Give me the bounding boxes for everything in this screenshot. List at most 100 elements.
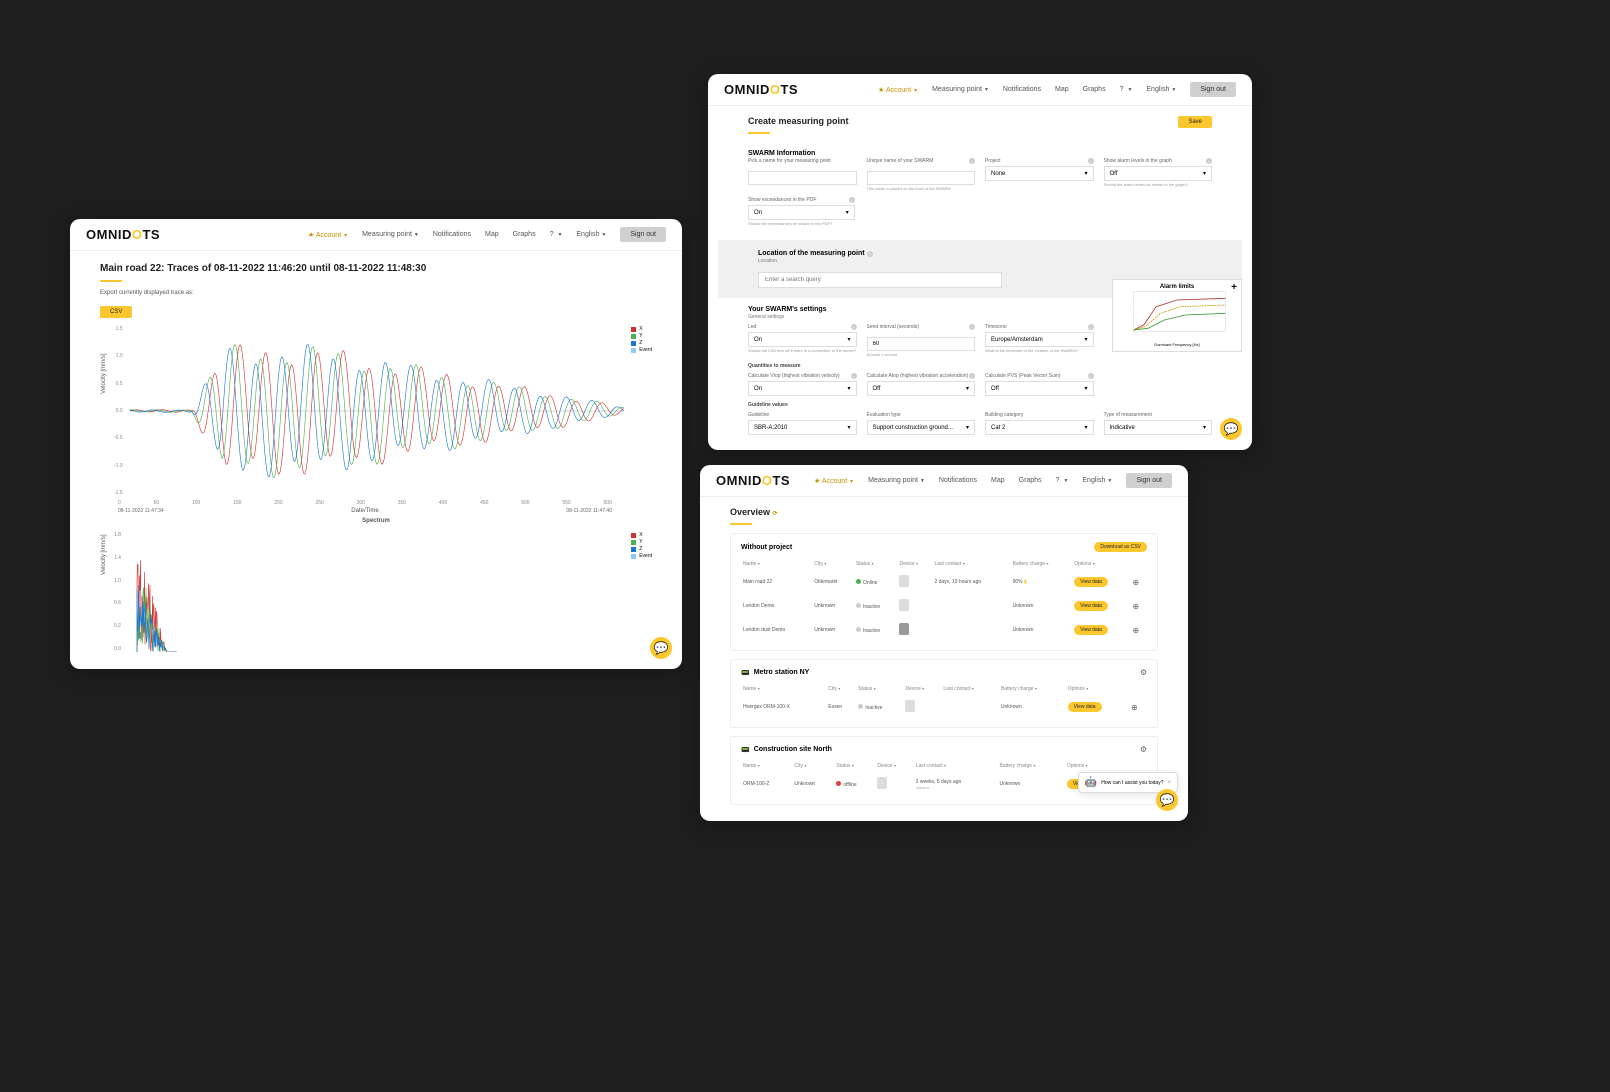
col-header[interactable]: Name ▾ [741,683,826,695]
csv-button[interactable]: CSV [100,306,132,318]
field-hint: At least 1 second [867,352,976,357]
nav-measuring-point[interactable]: Measuring point▼ [932,86,989,93]
unique-input[interactable] [867,171,976,185]
col-header[interactable]: Device ▾ [875,760,913,772]
view-data-button[interactable]: View data [1068,702,1102,712]
measurement-select[interactable]: Indicative▾ [1104,420,1213,435]
atop-select[interactable]: Off▾ [867,381,976,396]
interval-input[interactable] [867,337,976,351]
col-header[interactable]: Name ▾ [741,558,812,570]
nav-graphs[interactable]: Graphs [513,231,536,238]
info-icon[interactable]: i [969,373,975,379]
led-select[interactable]: On▾ [748,332,857,347]
col-header[interactable]: City ▾ [792,760,834,772]
chat-icon[interactable]: 💬 [1156,789,1178,811]
nav-measuring-point[interactable]: Measuring point▼ [362,231,419,238]
exceedances-select[interactable]: On▾ [748,205,855,220]
nav-help[interactable]: ? ▼ [550,231,563,238]
info-icon[interactable]: i [1088,324,1094,330]
info-icon[interactable]: i [849,197,855,203]
guideline-select[interactable]: SBR-A:2010▾ [748,420,857,435]
nav-help[interactable]: ? ▼ [1120,86,1133,93]
nav-map[interactable]: Map [991,477,1005,484]
col-header[interactable]: Options ▾ [1072,558,1130,570]
col-header[interactable]: City ▾ [812,558,854,570]
signout-button[interactable]: Sign out [1190,82,1236,97]
nav-graphs[interactable]: Graphs [1083,86,1106,93]
title-underline [100,280,122,282]
nav-account[interactable]: ★ Account▼ [878,86,918,94]
nav-map[interactable]: Map [485,231,499,238]
col-header[interactable]: Name ▾ [741,760,792,772]
gear-icon[interactable]: ⚙ [1140,745,1147,754]
logo: OMNIDOTS [86,227,160,242]
info-icon[interactable]: i [851,324,857,330]
table-row: Main road 22OldemarktOnline2 days, 19 ho… [741,570,1147,594]
device-icon [899,623,909,635]
nav-measuring-point[interactable]: Measuring point▼ [868,477,925,484]
col-header[interactable]: Options ▾ [1066,683,1129,695]
add-icon[interactable]: ⊕ [1131,703,1138,712]
location-search[interactable] [758,272,1002,288]
col-header[interactable]: Options ▾ [1065,760,1129,772]
view-data-button[interactable]: View data [1074,601,1108,611]
add-icon[interactable]: ⊕ [1132,626,1139,635]
nav-map[interactable]: Map [1055,86,1069,93]
info-icon[interactable]: i [867,251,873,257]
info-icon[interactable]: i [1088,158,1094,164]
pvs-select[interactable]: Off▾ [985,381,1094,396]
signout-button[interactable]: Sign out [620,227,666,242]
nav-account[interactable]: ★ Account▼ [308,231,348,239]
col-header[interactable]: City ▾ [826,683,856,695]
vtop-select[interactable]: On▾ [748,381,857,396]
col-header[interactable]: Status ▾ [834,760,875,772]
info-icon[interactable]: i [969,324,975,330]
field-label: Unique name of your SWARM [867,158,934,164]
nav-account[interactable]: ★ Account▼ [814,477,854,485]
col-header[interactable]: Battery charge ▾ [999,683,1066,695]
signout-button[interactable]: Sign out [1126,473,1172,488]
cell-city: Unknown [792,772,834,796]
chat-icon[interactable]: 💬 [1220,418,1242,440]
view-data-button[interactable]: View data [1074,577,1108,587]
col-header[interactable]: Battery charge ▾ [1011,558,1073,570]
add-icon[interactable]: ⊕ [1132,602,1139,611]
name-input[interactable] [748,171,857,185]
nav-graphs[interactable]: Graphs [1019,477,1042,484]
cell-status: Inactive [854,594,898,618]
timezone-select[interactable]: Europe/Amsterdam▾ [985,332,1094,347]
cell-status: Online [854,570,898,594]
project-select[interactable]: None▾ [985,166,1094,181]
info-icon[interactable]: i [969,158,975,164]
nav-notifications[interactable]: Notifications [433,231,471,238]
nav-language[interactable]: English▼ [1146,86,1176,93]
gear-icon[interactable]: ⚙ [1140,668,1147,677]
chat-icon[interactable]: 💬 [650,637,672,659]
download-csv-button[interactable]: Download as CSV [1094,542,1147,552]
info-icon[interactable]: i [851,373,857,379]
header: OMNIDOTS ★ Account▼ Measuring point▼ Not… [70,219,682,251]
col-header[interactable]: Device ▾ [903,683,941,695]
col-header[interactable]: Last contact ▾ [941,683,999,695]
add-icon[interactable]: ⊕ [1132,578,1139,587]
nav-language[interactable]: English▼ [576,231,606,238]
col-header[interactable]: Status ▾ [854,558,898,570]
expand-icon[interactable]: + [1231,282,1237,293]
evaluation-select[interactable]: Support construction ground...▾ [867,420,976,435]
nav-help[interactable]: ? ▼ [1056,477,1069,484]
col-header[interactable]: Device ▾ [897,558,932,570]
building-select[interactable]: Cat 2▾ [985,420,1094,435]
nav-language[interactable]: English▼ [1082,477,1112,484]
info-icon[interactable]: i [1088,373,1094,379]
nav-notifications[interactable]: Notifications [1003,86,1041,93]
info-icon[interactable]: i [1206,158,1212,164]
col-header[interactable]: Last contact ▾ [932,558,1010,570]
col-header[interactable]: Last contact ▾ [914,760,998,772]
save-button[interactable]: Save [1178,116,1212,128]
view-data-button[interactable]: View data [1074,625,1108,635]
col-header[interactable]: Battery charge ▾ [997,760,1064,772]
nav-notifications[interactable]: Notifications [939,477,977,484]
col-header[interactable]: Status ▾ [856,683,903,695]
close-icon[interactable]: × [1167,780,1171,786]
alarm-levels-select[interactable]: Off▾ [1104,166,1213,181]
